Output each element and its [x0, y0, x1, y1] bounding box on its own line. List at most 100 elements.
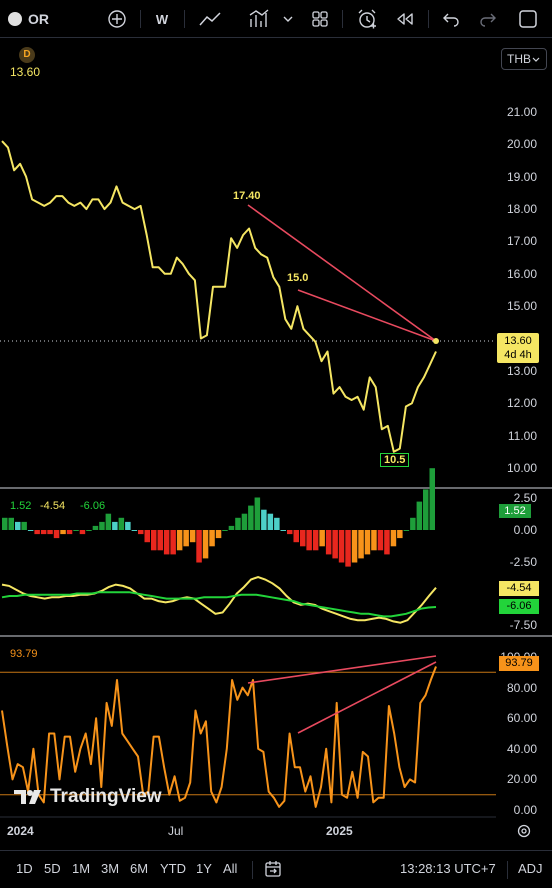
macd-legend-signal: -6.06 [80, 500, 106, 512]
macd-histogram-bar [371, 530, 377, 551]
macd-histogram-bar [423, 489, 429, 530]
price-axis-tick: 12.00 [506, 396, 537, 411]
macd-histogram-bar [222, 530, 228, 531]
interval-badge: D [19, 47, 35, 63]
price-axis-tick: 16.00 [506, 266, 537, 281]
macd-signal-tag: -6.06 [499, 599, 539, 614]
chart-canvas[interactable] [0, 38, 552, 850]
range-3m[interactable]: 3M [101, 859, 119, 879]
adjust-button[interactable]: ADJ [518, 859, 543, 879]
macd-histogram-bar [287, 530, 293, 535]
macd-histogram-bar [15, 521, 21, 530]
bottom-toolbar: 1D 5D 1M 3M 6M YTD 1Y All 13:28:13 UTC+7… [0, 850, 552, 888]
range-1y[interactable]: 1Y [196, 859, 212, 879]
redo-button[interactable] [477, 7, 499, 31]
macd-histogram-bar [202, 530, 209, 559]
price-axis-tick: 17.00 [506, 234, 537, 249]
price-axis-tick: 13.00 [506, 363, 537, 378]
macd-histogram-bar [351, 530, 358, 563]
divider [507, 861, 508, 879]
macd-histogram-bar [325, 530, 332, 555]
range-all[interactable]: All [223, 859, 237, 879]
annotation-high1[interactable]: 17.40 [233, 190, 261, 202]
gear-icon [517, 824, 531, 838]
range-5d[interactable]: 5D [44, 859, 61, 879]
macd-histogram-bar [196, 530, 202, 563]
divergence-line-high1[interactable] [247, 204, 437, 342]
compare-button[interactable] [104, 7, 130, 31]
macd-histogram-bar [332, 530, 338, 559]
macd-histogram-bar [280, 530, 286, 531]
macd-histogram-bar [112, 521, 118, 530]
macd-histogram-bar [79, 530, 86, 535]
macd-histogram-bar [215, 530, 222, 539]
macd-histogram-bar [228, 525, 235, 530]
macd-histogram-bar [131, 530, 138, 531]
alarm-clock-icon [358, 9, 376, 29]
chevron-down-icon [532, 57, 540, 62]
macd-histogram-bar [157, 530, 163, 551]
bar-chart-icon [249, 9, 269, 27]
undo-icon [443, 13, 459, 27]
macd-histogram-bar [118, 517, 125, 530]
macd-histogram-bar [105, 513, 112, 530]
layout-button[interactable] [308, 7, 332, 31]
price-axis-tick: 20.00 [506, 137, 537, 152]
macd-histogram-bar [170, 530, 176, 555]
chart-settings-button[interactable] [516, 823, 534, 841]
macd-histogram-bar [429, 468, 435, 530]
drawing-tools-button[interactable] [196, 7, 224, 31]
range-1m[interactable]: 1M [72, 859, 90, 879]
rewind-icon [397, 13, 413, 25]
macd-histogram-bar [66, 530, 73, 535]
macd-histogram-bar [397, 530, 403, 539]
interval-button[interactable]: W [152, 7, 172, 31]
divergence-line-high2[interactable] [297, 289, 437, 342]
macd-histogram-bar [267, 513, 274, 530]
macd-histogram-bar [209, 530, 215, 547]
divider [428, 10, 429, 28]
annotation-low[interactable]: 10.5 [380, 453, 410, 467]
macd-histogram-bar [99, 521, 105, 530]
price-axis-tick: 10.00 [506, 461, 537, 475]
macd-histogram-bar [345, 530, 351, 567]
macd-legend-macd: -4.54 [40, 500, 66, 512]
alert-button[interactable] [354, 7, 380, 31]
undo-button[interactable] [440, 7, 462, 31]
macd-histogram-bar [338, 530, 345, 563]
symbol-search[interactable]: OR [8, 7, 49, 31]
clock[interactable]: 13:28:13 UTC+7 [400, 859, 496, 879]
chart-type-button[interactable] [247, 7, 271, 31]
range-ytd[interactable]: YTD [160, 859, 186, 879]
osc-axis-tick: 80.00 [506, 680, 537, 695]
macd-line-tag: -4.54 [499, 581, 539, 596]
tradingview-logo-icon [14, 790, 41, 804]
macd-histogram-bar [377, 530, 384, 551]
divergence-line-osc1[interactable] [247, 655, 437, 684]
goto-date-button[interactable] [264, 860, 282, 880]
range-6m[interactable]: 6M [130, 859, 148, 879]
last-price-dot [433, 338, 439, 344]
macd-histogram-bar [73, 530, 79, 531]
legend-price: 13.60 [10, 65, 41, 79]
macd-histogram-bar [235, 517, 241, 530]
divider [252, 861, 253, 879]
symbol-label: OR [28, 11, 49, 27]
macd-histogram-bar [293, 530, 299, 543]
range-1d[interactable]: 1D [16, 859, 33, 879]
fullscreen-button[interactable] [516, 7, 540, 31]
price-axis-tick: 18.00 [506, 202, 537, 217]
macd-histogram-bar [358, 530, 364, 559]
price-axis-tick: 15.00 [506, 299, 537, 314]
divider [342, 10, 343, 28]
macd-histogram-bar [300, 530, 306, 547]
time-label-jul: Jul [168, 824, 184, 838]
macd-axis-tick: -7.50 [509, 618, 537, 633]
time-label-2024: 2024 [7, 824, 34, 838]
chart-type-dropdown[interactable] [281, 7, 295, 31]
macd-histogram-bar [261, 509, 267, 530]
replay-button[interactable] [393, 7, 417, 31]
price-series [1, 140, 437, 453]
annotation-high2[interactable]: 15.0 [287, 272, 308, 284]
currency-select[interactable]: THB [501, 48, 547, 70]
